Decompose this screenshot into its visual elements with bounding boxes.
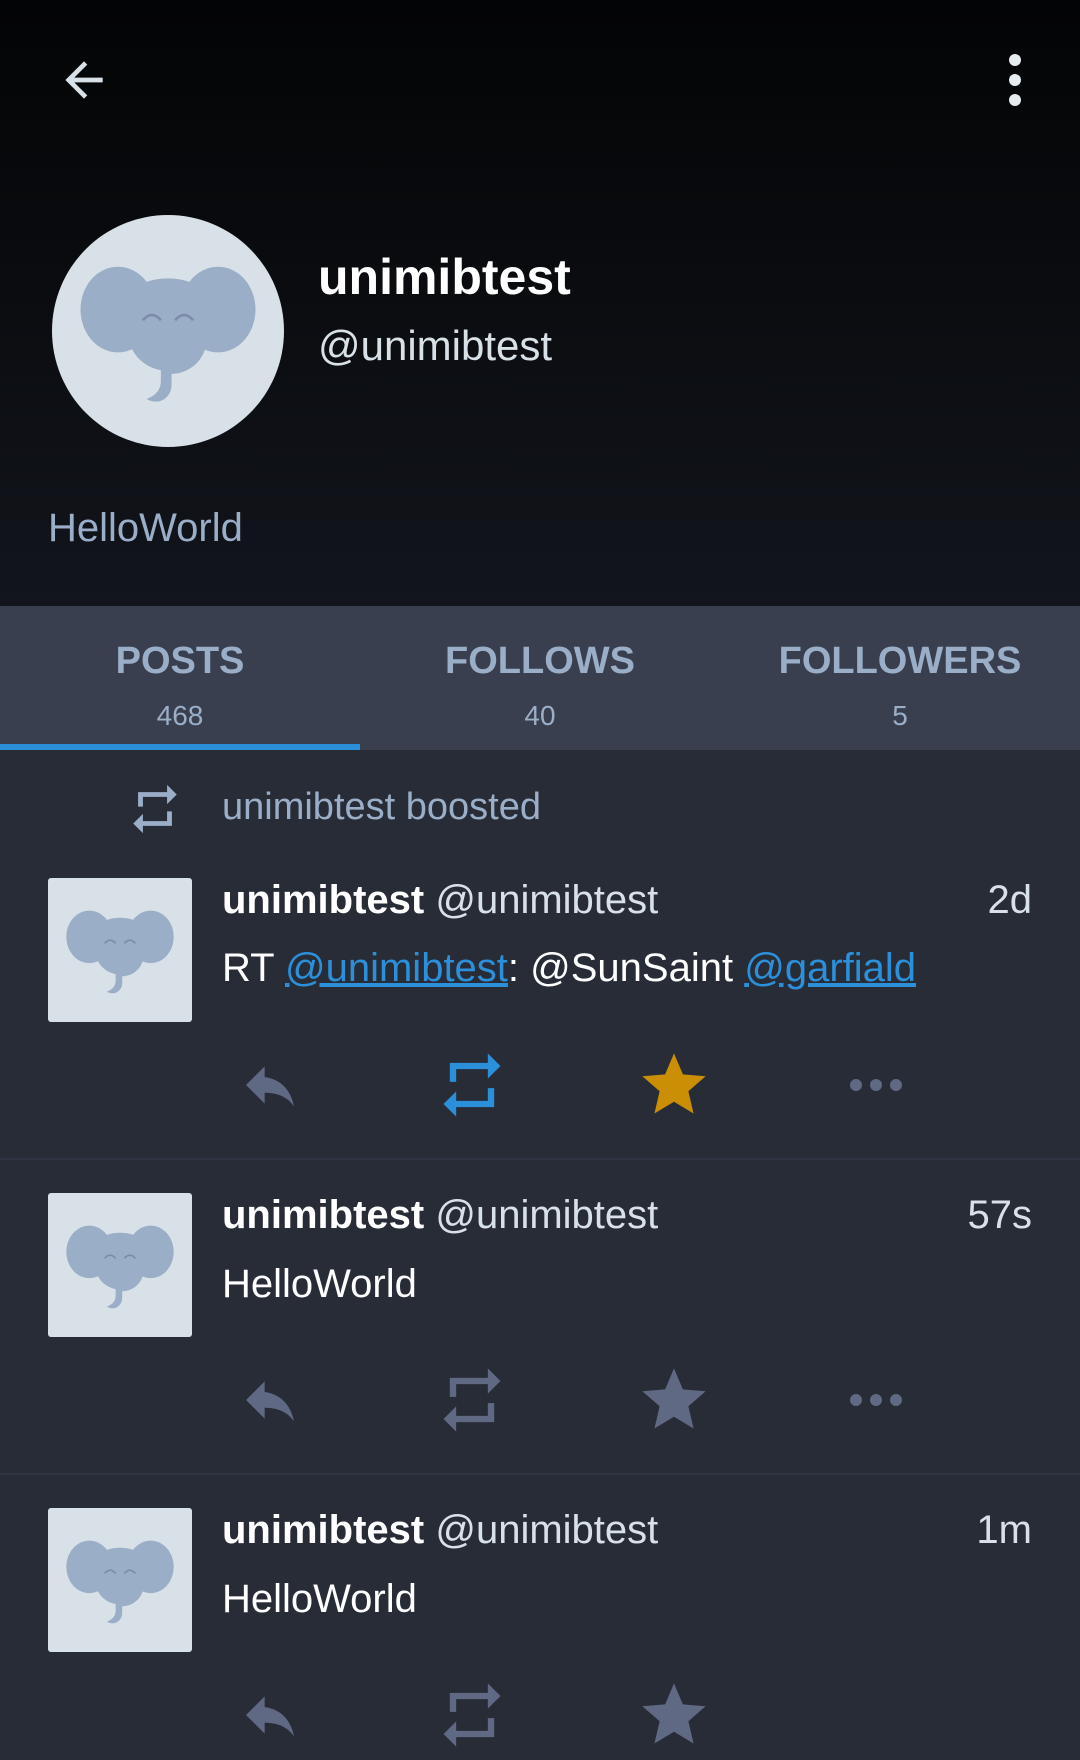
reply-button[interactable] xyxy=(220,1355,320,1445)
tab-follows[interactable]: FOLLOWS 40 xyxy=(360,606,720,750)
status-divider xyxy=(0,1473,1080,1475)
profile-bio: HelloWorld xyxy=(48,506,243,550)
star-icon xyxy=(642,1053,706,1114)
tab-posts-count: 468 xyxy=(156,700,204,731)
status-time: 1m xyxy=(976,1508,1032,1552)
favourite-button[interactable] xyxy=(624,1040,724,1130)
status-acct: @unimibtest xyxy=(435,878,659,922)
profile-display-name: unimibtest xyxy=(318,249,571,305)
status-content: RT @unimibtest: @SunSaint @garfiald xyxy=(222,946,916,991)
status-author[interactable]: unimibtest @unimibtest xyxy=(222,1508,658,1553)
reply-icon xyxy=(246,1066,294,1107)
boost-icon xyxy=(443,1368,501,1432)
profile-header: unimibtest @unimibtest HelloWorld xyxy=(0,0,1080,606)
boost-label: unimibtest boosted xyxy=(222,786,541,828)
tab-followers[interactable]: FOLLOWERS 5 xyxy=(720,606,1080,750)
status-avatar[interactable] xyxy=(48,1193,192,1337)
profile-tabs: POSTS 468 FOLLOWS 40 FOLLOWERS 5 xyxy=(0,606,1080,750)
tab-follows-count: 40 xyxy=(524,700,556,731)
more-options-button[interactable] xyxy=(975,40,1055,120)
elephant-avatar-icon xyxy=(66,910,174,994)
content-middle: : @SunSaint xyxy=(507,946,745,990)
status-content: HelloWorld xyxy=(222,1577,417,1621)
mention-link[interactable]: @unimibtest xyxy=(285,946,508,990)
tab-followers-label: FOLLOWERS xyxy=(778,640,1022,682)
status-display-name: unimibtest xyxy=(222,1193,425,1237)
status-divider xyxy=(0,1158,1080,1160)
star-icon xyxy=(642,1368,706,1429)
reply-button[interactable] xyxy=(220,1670,320,1760)
status-acct: @unimibtest xyxy=(435,1193,659,1237)
star-icon xyxy=(642,1683,706,1744)
boost-button[interactable] xyxy=(422,1355,522,1445)
status-content: HelloWorld xyxy=(222,1262,417,1306)
boost-indicator-icon xyxy=(133,784,177,834)
boost-icon xyxy=(443,1683,501,1747)
more-actions-button[interactable] xyxy=(826,1040,926,1130)
reply-icon xyxy=(246,1696,294,1737)
status-acct: @unimibtest xyxy=(435,1508,659,1552)
more-vertical-icon xyxy=(1009,54,1021,106)
boost-icon xyxy=(443,1053,501,1117)
boost-button[interactable] xyxy=(422,1670,522,1760)
tab-posts[interactable]: POSTS 468 xyxy=(0,606,360,750)
tab-followers-count: 5 xyxy=(892,700,908,731)
reply-icon xyxy=(246,1381,294,1422)
favourite-button[interactable] xyxy=(624,1355,724,1445)
status-author[interactable]: unimibtest @unimibtest xyxy=(222,1193,658,1238)
status-time: 2d xyxy=(987,878,1033,922)
elephant-avatar-icon xyxy=(66,1540,174,1624)
status-avatar[interactable] xyxy=(48,878,192,1022)
status-display-name: unimibtest xyxy=(222,878,425,922)
active-tab-indicator xyxy=(0,744,360,750)
favourite-button[interactable] xyxy=(624,1670,724,1760)
mention-link[interactable]: @garfiald xyxy=(744,946,916,990)
status-display-name: unimibtest xyxy=(222,1508,425,1552)
more-actions-button[interactable] xyxy=(826,1355,926,1445)
more-horizontal-icon xyxy=(850,1079,902,1091)
elephant-avatar-icon xyxy=(80,266,256,402)
profile-handle: @unimibtest xyxy=(318,322,553,369)
status-avatar[interactable] xyxy=(48,1508,192,1652)
content-prefix: RT xyxy=(222,946,285,990)
tab-posts-label: POSTS xyxy=(115,640,245,682)
tab-follows-label: FOLLOWS xyxy=(445,640,635,682)
arrow-left-icon xyxy=(65,61,103,99)
reply-button[interactable] xyxy=(220,1040,320,1130)
back-button[interactable] xyxy=(40,40,128,120)
elephant-avatar-icon xyxy=(66,1225,174,1309)
boost-button[interactable] xyxy=(422,1040,522,1130)
more-horizontal-icon xyxy=(850,1394,902,1406)
status-author[interactable]: unimibtest @unimibtest xyxy=(222,878,658,923)
profile-avatar[interactable] xyxy=(52,215,284,447)
status-time: 57s xyxy=(967,1193,1033,1237)
